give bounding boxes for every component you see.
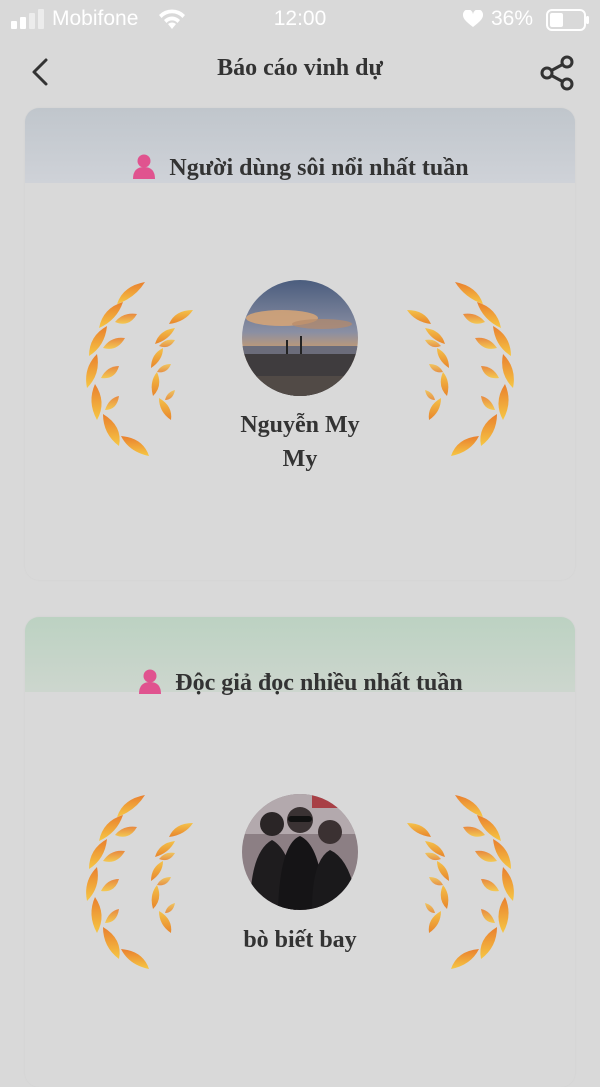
winner-name-line-1: Nguyễn My bbox=[240, 412, 360, 438]
laurel-right-icon bbox=[407, 282, 514, 456]
avatar-image bbox=[242, 280, 358, 396]
winner-name: bò biết bay bbox=[200, 923, 400, 957]
winner-name-line-1: bò biết bay bbox=[243, 927, 357, 953]
battery-percentage: 36% bbox=[491, 7, 534, 30]
award-title-text: Người dùng sôi nổi nhất tuần bbox=[169, 155, 469, 181]
award-card-top-reader: Độc giả đọc nhiều nhất tuần bò biết bay bbox=[25, 617, 575, 1087]
header-bar: Báo cáo vinh dự bbox=[0, 45, 600, 101]
share-icon[interactable] bbox=[538, 55, 576, 91]
laurel-right-icon bbox=[407, 795, 514, 969]
award-title: Người dùng sôi nổi nhất tuần bbox=[25, 153, 575, 182]
winner-name-line-2: My bbox=[282, 446, 318, 472]
heart-icon bbox=[463, 10, 483, 27]
avatar[interactable] bbox=[242, 280, 358, 396]
award-title-text: Độc giả đọc nhiều nhất tuần bbox=[175, 670, 463, 696]
avatar-image bbox=[242, 794, 358, 910]
status-bar: Mobifone 12:00 36% bbox=[0, 0, 600, 40]
winner-name: Nguyễn My My bbox=[200, 408, 400, 476]
avatar[interactable] bbox=[242, 794, 358, 910]
award-card-most-active: Người dùng sôi nổi nhất tuần Nguyễn My M… bbox=[25, 108, 575, 580]
page-title: Báo cáo vinh dự bbox=[217, 55, 383, 81]
award-title: Độc giả đọc nhiều nhất tuần bbox=[25, 668, 575, 697]
person-icon bbox=[133, 154, 156, 179]
laurel-left-icon bbox=[86, 795, 193, 969]
laurel-left-icon bbox=[86, 282, 193, 456]
person-icon bbox=[139, 669, 162, 694]
battery-icon bbox=[546, 9, 589, 31]
